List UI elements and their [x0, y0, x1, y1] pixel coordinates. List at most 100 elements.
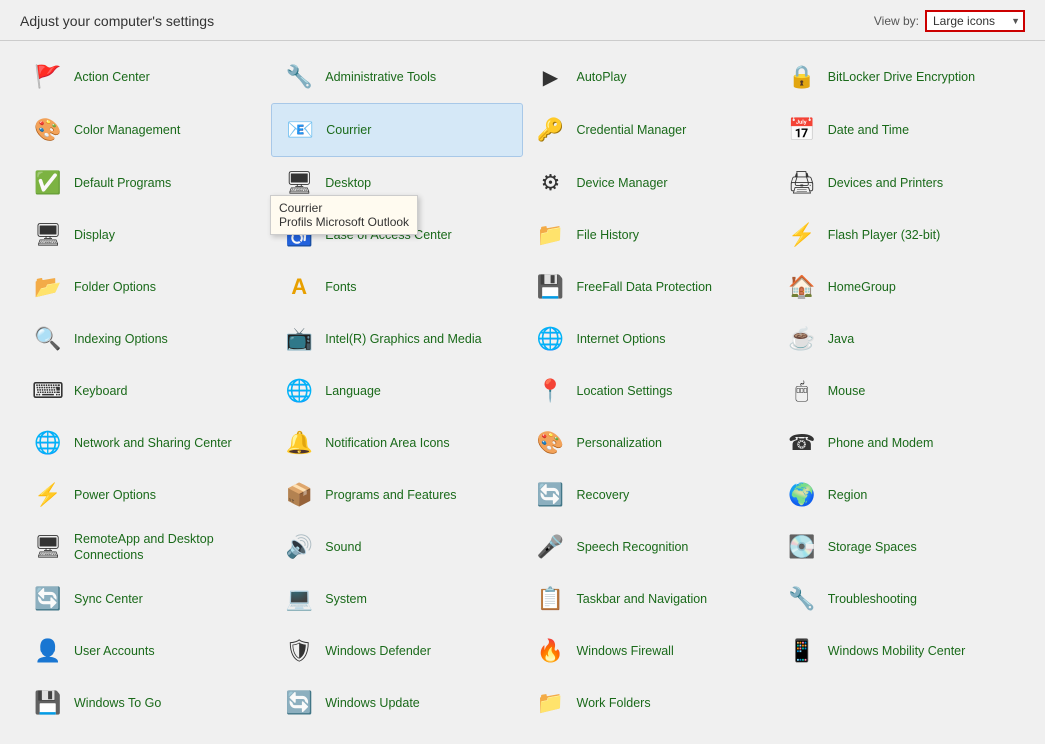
page-title: Adjust your computer's settings: [20, 13, 214, 29]
item-label-bitlocker: BitLocker Drive Encryption: [828, 69, 975, 85]
view-by-wrapper[interactable]: Large icons Small icons Category: [925, 10, 1025, 32]
item-keyboard[interactable]: Keyboard: [20, 365, 271, 417]
sound-icon: [281, 529, 317, 565]
item-label-language: Language: [325, 383, 381, 399]
item-fonts[interactable]: Fonts: [271, 261, 522, 313]
item-label-flash: Flash Player (32-bit): [828, 227, 941, 243]
device-manager-icon: [533, 165, 569, 201]
sync-icon: [30, 581, 66, 617]
view-by-label: View by:: [874, 14, 919, 28]
power-icon: [30, 477, 66, 513]
item-label-mouse: Mouse: [828, 383, 866, 399]
item-label-internet: Internet Options: [577, 331, 666, 347]
item-personalization[interactable]: Personalization: [523, 417, 774, 469]
action-center-icon: [30, 59, 66, 95]
item-notification[interactable]: Notification Area Icons: [271, 417, 522, 469]
item-wintogo[interactable]: Windows To Go: [20, 677, 271, 729]
item-label-remoteapp: RemoteApp and Desktop Connections: [74, 531, 261, 564]
item-flash[interactable]: Flash Player (32-bit): [774, 209, 1025, 261]
item-default-programs[interactable]: Default Programs: [20, 157, 271, 209]
credential-icon: [533, 112, 569, 148]
tooltip-line-2: Profils Microsoft Outlook: [279, 215, 409, 229]
courrier-tooltip: Courrier Profils Microsoft Outlook: [270, 195, 418, 235]
item-label-device-manager: Device Manager: [577, 175, 668, 191]
item-workfolders[interactable]: Work Folders: [523, 677, 774, 729]
item-label-credential: Credential Manager: [577, 122, 687, 138]
fonts-icon: [281, 269, 317, 305]
item-datetime[interactable]: Date and Time: [774, 103, 1025, 157]
item-mouse[interactable]: Mouse: [774, 365, 1025, 417]
item-user[interactable]: User Accounts: [20, 625, 271, 677]
item-speech[interactable]: Speech Recognition: [523, 521, 774, 573]
item-phone[interactable]: Phone and Modem: [774, 417, 1025, 469]
item-label-speech: Speech Recognition: [577, 539, 689, 555]
view-by-control: View by: Large icons Small icons Categor…: [874, 10, 1025, 32]
item-taskbar[interactable]: Taskbar and Navigation: [523, 573, 774, 625]
item-label-devices-printers: Devices and Printers: [828, 175, 943, 191]
item-credential[interactable]: Credential Manager: [523, 103, 774, 157]
item-storage[interactable]: Storage Spaces: [774, 521, 1025, 573]
notification-icon: [281, 425, 317, 461]
item-indexing[interactable]: Indexing Options: [20, 313, 271, 365]
datetime-icon: [784, 112, 820, 148]
item-troubleshoot[interactable]: Troubleshooting: [774, 573, 1025, 625]
item-label-sound: Sound: [325, 539, 361, 555]
item-display[interactable]: Display: [20, 209, 271, 261]
item-region[interactable]: Region: [774, 469, 1025, 521]
item-intel[interactable]: Intel(R) Graphics and Media: [271, 313, 522, 365]
default-programs-icon: [30, 165, 66, 201]
item-autoplay[interactable]: AutoPlay: [523, 51, 774, 103]
item-system[interactable]: System: [271, 573, 522, 625]
item-label-fonts: Fonts: [325, 279, 356, 295]
item-power[interactable]: Power Options: [20, 469, 271, 521]
item-label-courrier: Courrier: [326, 122, 371, 138]
item-windefender[interactable]: Windows Defender: [271, 625, 522, 677]
item-winmobility[interactable]: Windows Mobility Center: [774, 625, 1025, 677]
item-java[interactable]: Java: [774, 313, 1025, 365]
mouse-icon: [784, 373, 820, 409]
flash-icon: [784, 217, 820, 253]
taskbar-icon: [533, 581, 569, 617]
item-label-location: Location Settings: [577, 383, 673, 399]
autoplay-icon: [533, 59, 569, 95]
item-label-homegroup: HomeGroup: [828, 279, 896, 295]
item-sync[interactable]: Sync Center: [20, 573, 271, 625]
item-color-management[interactable]: Color Management: [20, 103, 271, 157]
view-by-select[interactable]: Large icons Small icons Category: [925, 10, 1025, 32]
item-winupdate[interactable]: Windows Update: [271, 677, 522, 729]
item-courrier[interactable]: Courrier: [271, 103, 522, 157]
item-freefall[interactable]: FreeFall Data Protection: [523, 261, 774, 313]
item-label-taskbar: Taskbar and Navigation: [577, 591, 708, 607]
header: Adjust your computer's settings View by:…: [0, 0, 1045, 41]
item-recovery[interactable]: Recovery: [523, 469, 774, 521]
item-remoteapp[interactable]: RemoteApp and Desktop Connections: [20, 521, 271, 573]
item-sound[interactable]: Sound: [271, 521, 522, 573]
item-devices-printers[interactable]: Devices and Printers: [774, 157, 1025, 209]
indexing-icon: [30, 321, 66, 357]
item-label-color-management: Color Management: [74, 122, 180, 138]
item-location[interactable]: Location Settings: [523, 365, 774, 417]
item-folder-options[interactable]: Folder Options: [20, 261, 271, 313]
item-label-recovery: Recovery: [577, 487, 630, 503]
item-internet[interactable]: Internet Options: [523, 313, 774, 365]
item-file-history[interactable]: File History: [523, 209, 774, 261]
control-panel-grid: Action CenterAdministrative ToolsAutoPla…: [0, 41, 1045, 739]
item-winfirewall[interactable]: Windows Firewall: [523, 625, 774, 677]
windefender-icon: [281, 633, 317, 669]
speech-icon: [533, 529, 569, 565]
item-label-desktop: Desktop: [325, 175, 371, 191]
devices-printers-icon: [784, 165, 820, 201]
language-icon: [281, 373, 317, 409]
item-label-troubleshoot: Troubleshooting: [828, 591, 917, 607]
item-homegroup[interactable]: HomeGroup: [774, 261, 1025, 313]
remoteapp-icon: [30, 529, 66, 565]
item-programs[interactable]: Programs and Features: [271, 469, 522, 521]
item-network[interactable]: Network and Sharing Center: [20, 417, 271, 469]
item-action-center[interactable]: Action Center: [20, 51, 271, 103]
item-label-default-programs: Default Programs: [74, 175, 171, 191]
item-label-windefender: Windows Defender: [325, 643, 431, 659]
item-language[interactable]: Language: [271, 365, 522, 417]
item-admin-tools[interactable]: Administrative Tools: [271, 51, 522, 103]
item-device-manager[interactable]: Device Manager: [523, 157, 774, 209]
item-bitlocker[interactable]: BitLocker Drive Encryption: [774, 51, 1025, 103]
